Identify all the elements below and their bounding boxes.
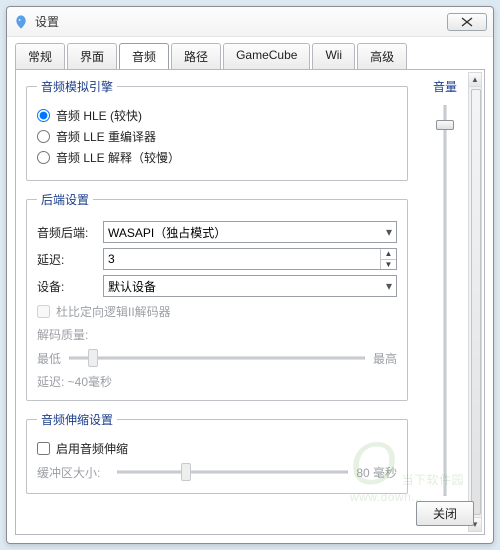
- decode-quality-label: 解码质量:: [37, 326, 397, 343]
- backend-group: 后端设置 音频后端: WASAPI（独占模式） ▾ 延迟:: [26, 191, 408, 401]
- tab-advanced[interactable]: 高级: [357, 43, 407, 69]
- engine-legend: 音频模拟引擎: [37, 78, 117, 95]
- buffer-readout: 80 毫秒: [356, 464, 397, 481]
- window-close-button[interactable]: [447, 13, 487, 31]
- app-icon: [13, 14, 29, 30]
- dpl2-check-label: 杜比定向逻辑II解码器: [56, 303, 171, 320]
- tab-audio[interactable]: 音频: [119, 43, 169, 69]
- engine-group: 音频模拟引擎 音频 HLE (较快) 音频 LLE 重编译器 音频 LLE 解释…: [26, 78, 408, 181]
- quality-slider[interactable]: [69, 347, 365, 369]
- stretch-enable-input[interactable]: [37, 442, 50, 455]
- tab-paths[interactable]: 路径: [171, 43, 221, 69]
- backend-legend: 后端设置: [37, 191, 93, 208]
- quality-high-label: 最高: [373, 350, 397, 367]
- radio-lle-rec-label: 音频 LLE 重编译器: [56, 128, 156, 145]
- device-label: 设备:: [37, 278, 97, 295]
- radio-lle-rec[interactable]: 音频 LLE 重编译器: [37, 128, 397, 145]
- backend-select[interactable]: WASAPI（独占模式） ▾: [103, 221, 397, 243]
- latency-input[interactable]: [104, 249, 380, 269]
- stretch-enable-label: 启用音频伸缩: [56, 440, 128, 457]
- radio-lle-int[interactable]: 音频 LLE 解释（较慢）: [37, 149, 397, 166]
- volume-slider[interactable]: [433, 101, 457, 500]
- volume-slider-thumb[interactable]: [436, 120, 454, 130]
- tab-interface[interactable]: 界面: [67, 43, 117, 69]
- buffer-slider[interactable]: [117, 461, 348, 483]
- chevron-down-icon: ▾: [386, 225, 392, 239]
- radio-hle-input[interactable]: [37, 109, 50, 122]
- window-title: 设置: [35, 13, 441, 30]
- buffer-slider-thumb[interactable]: [181, 463, 191, 481]
- chevron-down-icon: ▾: [386, 279, 392, 293]
- tab-gamecube[interactable]: GameCube: [223, 43, 310, 69]
- stretch-group: 音频伸缩设置 启用音频伸缩 缓冲区大小: 80 毫秒: [26, 411, 408, 494]
- audio-pane: 音频模拟引擎 音频 HLE (较快) 音频 LLE 重编译器 音频 LLE 解释…: [15, 69, 485, 535]
- radio-lle-rec-input[interactable]: [37, 130, 50, 143]
- tab-wii[interactable]: Wii: [312, 43, 355, 69]
- stretch-enable-check[interactable]: 启用音频伸缩: [37, 440, 397, 457]
- volume-label: 音量: [433, 78, 457, 95]
- titlebar: 设置: [7, 7, 493, 37]
- latency-step-up[interactable]: ▲: [381, 249, 396, 260]
- latency-stepper[interactable]: ▲ ▼: [103, 248, 397, 270]
- backend-select-value: WASAPI（独占模式）: [108, 224, 226, 241]
- radio-hle[interactable]: 音频 HLE (较快): [37, 107, 397, 124]
- latency-step-down[interactable]: ▼: [381, 260, 396, 270]
- quality-slider-thumb[interactable]: [88, 349, 98, 367]
- pane-scrollbar[interactable]: ▲ ▼: [468, 72, 482, 532]
- buffer-label: 缓冲区大小:: [37, 464, 109, 481]
- scroll-up-button[interactable]: ▲: [469, 73, 481, 87]
- stretch-legend: 音频伸缩设置: [37, 411, 117, 428]
- tab-general[interactable]: 常规: [15, 43, 65, 69]
- dpl2-check-input[interactable]: [37, 305, 50, 318]
- dpl2-check[interactable]: 杜比定向逻辑II解码器: [37, 303, 397, 320]
- radio-lle-int-input[interactable]: [37, 151, 50, 164]
- radio-hle-label: 音频 HLE (较快): [56, 107, 142, 124]
- device-select-value: 默认设备: [108, 278, 156, 295]
- quality-low-label: 最低: [37, 350, 61, 367]
- scroll-thumb[interactable]: [471, 89, 481, 515]
- radio-lle-int-label: 音频 LLE 解释（较慢）: [56, 149, 180, 166]
- latency-note: 延迟: ~40毫秒: [37, 373, 397, 390]
- latency-label: 延迟:: [37, 251, 97, 268]
- device-select[interactable]: 默认设备 ▾: [103, 275, 397, 297]
- settings-window: 设置 常规 界面 音频 路径 GameCube Wii 高级 音频模拟引擎 音频…: [6, 6, 494, 544]
- close-button[interactable]: 关闭: [416, 501, 474, 526]
- backend-label: 音频后端:: [37, 224, 97, 241]
- tabs: 常规 界面 音频 路径 GameCube Wii 高级: [7, 37, 493, 69]
